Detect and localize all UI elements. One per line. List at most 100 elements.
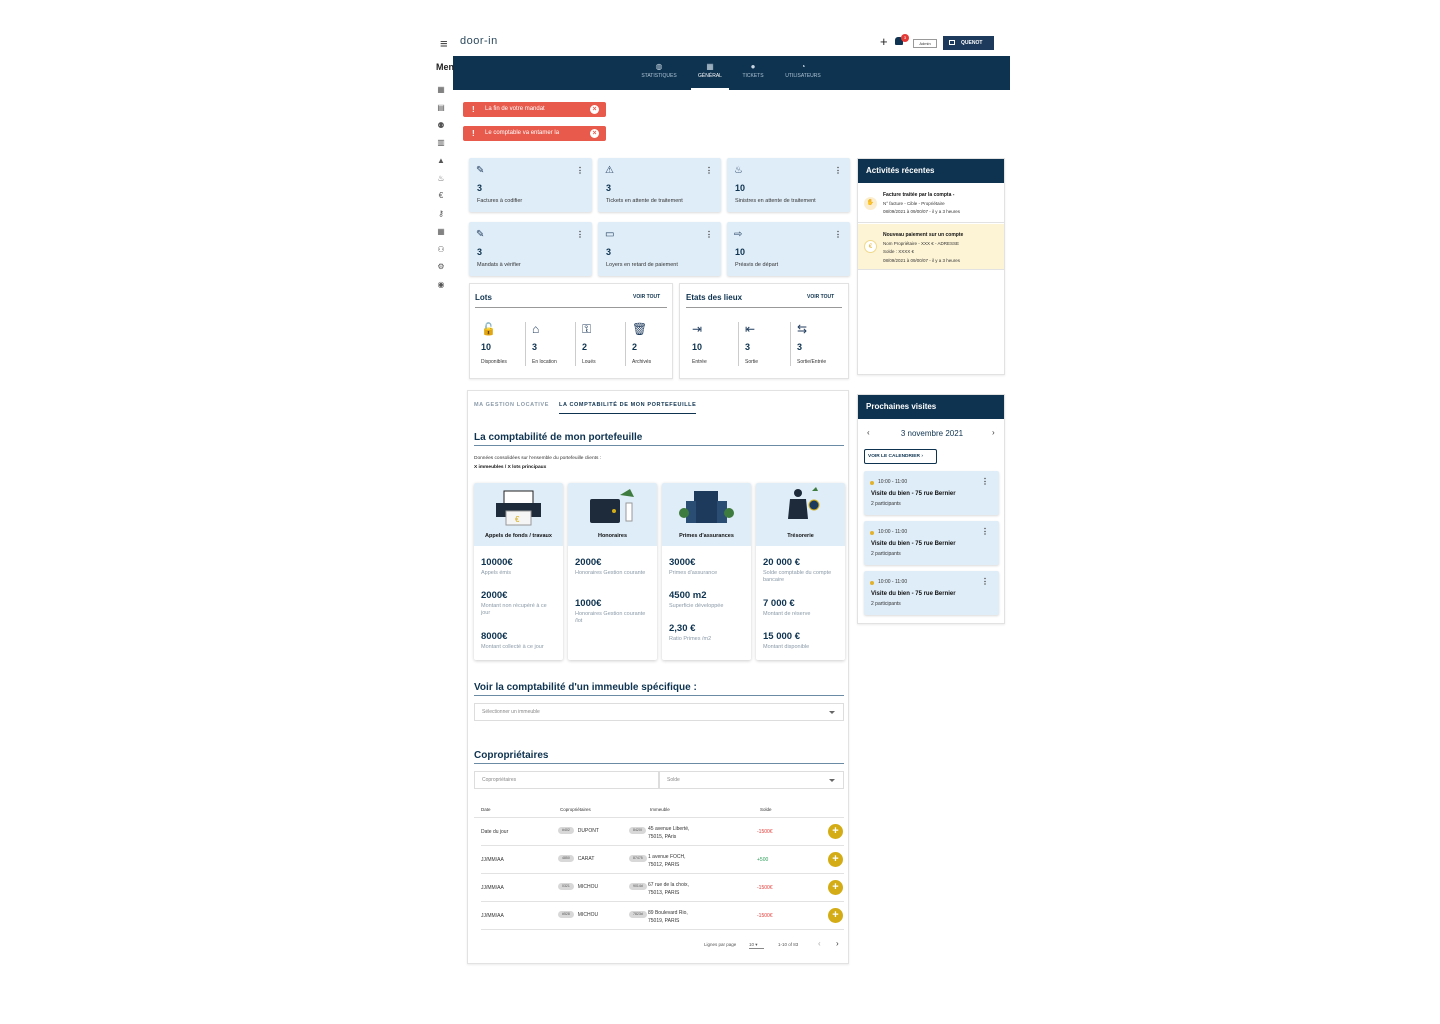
kpi-value: 10 [735,247,746,257]
immeuble-select[interactable]: Sélectionner un immeuble [474,703,844,721]
exit-door-icon: ⇨ [734,229,743,240]
buildings-icon[interactable]: ▥ [436,138,446,148]
euro-icon[interactable]: € [436,191,446,201]
row-owner[interactable]: 4850 CARAT [558,855,594,862]
account-button[interactable]: QUENOT [943,36,994,50]
tab-utilisateurs[interactable]: ◔ UTILISATEURS [779,56,827,90]
lot-stat[interactable]: ⌂ 3 En location [525,322,571,366]
tab-general[interactable]: ▦ GÉNÉRAL [691,56,729,90]
row-date: JJ/MM/AA [481,885,504,891]
more-vert-icon[interactable]: ⋮ [834,166,842,175]
kpi-card[interactable]: ⚠ ⋮ 3 Tickets en attente de traitement [598,158,721,212]
lot-stat[interactable]: 🔓 10 Disponibles [475,322,521,366]
fire-icon[interactable]: ♨ [436,174,446,184]
visit-card[interactable]: 10:00 - 11:00 ⋮ Visite du bien - 75 rue Be… [864,571,999,615]
people-icon[interactable]: ⚉ [436,121,446,131]
wallet-illustration [590,489,634,523]
row-owner[interactable]: #402 DUPONT [558,827,599,834]
etat-stat[interactable]: ⇥ 10 Entrée [686,322,736,366]
add-icon[interactable]: + [880,34,888,49]
group-icon[interactable]: ⚇ [436,245,446,255]
hamburger-menu-icon[interactable]: ≡ [440,36,448,51]
dashboard-icon[interactable]: ▦ [436,85,446,95]
table-row[interactable]: Date du jour #402 DUPONT 8420I 45 avenue … [481,818,844,846]
activity-item[interactable]: ✋ Facture traitée par la compta - N° fac… [858,184,1004,223]
kpi-card[interactable]: ⇨ ⋮ 10 Préavis de départ [727,222,850,276]
alert-banner[interactable]: ! Le comptable va entamer la × [463,126,606,141]
divider [474,695,844,696]
activity-item[interactable]: € Nouveau paiement sur un compte Nom Pro… [858,224,1004,270]
visit-card[interactable]: 10:00 - 11:00 ⋮ Visite du bien - 75 rue Be… [864,471,999,515]
more-vert-icon[interactable]: ⋮ [705,166,713,175]
more-vert-icon[interactable]: ⋮ [576,230,584,239]
lot-stat[interactable]: ⚿ 2 Loués [575,322,621,366]
row-owner[interactable]: 0321 MICHOU [558,883,598,890]
kpi-card[interactable]: ▭ ⋮ 3 Loyers en retard de paiement [598,222,721,276]
contacts-icon[interactable]: ▤ [436,103,446,113]
row-solde: -1500€ [757,913,773,919]
owner-name: MICHOU [577,911,599,918]
chevron-right-icon[interactable]: › [836,939,839,948]
column-header[interactable]: Copropriétaires [560,807,591,812]
lot-stat[interactable]: 🗑 2 Archivés [625,322,671,366]
chevron-left-icon[interactable]: ‹ [818,939,821,948]
compta-card[interactable]: € Appels de fonds / travaux 10000€ Appel… [474,483,563,660]
main-nav: ◍ STATISTIQUES ▦ GÉNÉRAL ● TICKETS ◔ UTILISA… [453,56,1010,90]
column-header[interactable]: Solde [760,807,772,812]
row-owner[interactable]: #528 MICHOU [558,911,598,918]
kpi-card[interactable]: ♨ ⋮ 10 Sinistres en attente de traitement [727,158,850,212]
tab-gestion-locative[interactable]: MA GESTION LOCATIVE [474,402,549,408]
tab-comptabilite[interactable]: LA COMPTABILITÉ DE MON PORTEFEUILLE [559,402,697,414]
more-vert-icon[interactable]: ⋮ [981,527,989,536]
row-date: Date du jour [481,829,509,835]
more-vert-icon[interactable]: ⋮ [576,166,584,175]
close-icon[interactable]: × [590,105,599,114]
more-vert-icon[interactable]: ⋮ [834,230,842,239]
table-row[interactable]: JJ/MM/AA 0321 MICHOU 9014d 67 rue de la c… [481,874,844,902]
account-icon[interactable]: ◉ [436,280,446,290]
compta-card[interactable]: Primes d'assurances 3000€ Primes d'assur… [662,483,751,660]
add-button[interactable]: + [828,852,843,867]
table-header: Date Copropriétaires Immeuble Solde [481,807,841,817]
tab-tickets[interactable]: ● TICKETS [737,56,769,90]
tab-statistiques[interactable]: ◍ STATISTIQUES [636,56,682,90]
add-button[interactable]: + [828,908,843,923]
table-row[interactable]: JJ/MM/AA 4850 CARAT 87475 1 avenue FOCH, 7… [481,846,844,874]
address-line: 67 rue de la choix, [648,882,689,888]
app-logo[interactable]: door-in [460,35,498,47]
column-header[interactable]: Date [481,807,491,812]
solde-filter-select[interactable]: Solde [659,771,844,789]
address-line: 45 avenue Liberté, [648,826,690,832]
kpi-card[interactable]: ✎ ⋮ 3 Factures à codifier [469,158,592,212]
copro-filter-input[interactable]: Copropriétaires [474,771,659,789]
compta-card[interactable]: Trésorerie 20 000 € Solde comptable du c… [756,483,845,660]
close-icon[interactable]: × [590,129,599,138]
card-value: 2000€ [481,590,508,601]
more-vert-icon[interactable]: ⋮ [981,577,989,586]
key-icon[interactable]: ⚷ [436,209,446,219]
owner-id-chip: 0321 [558,883,574,890]
etat-stat[interactable]: ⇆ 3 Sortie/Entrée [790,322,844,366]
settings-icon[interactable]: ⚙ [436,262,446,272]
office-icon[interactable]: ▦ [436,227,446,237]
warning-icon[interactable]: ▲ [436,156,446,166]
voir-calendrier-button[interactable]: VOIR LE CALENDRIER › [864,449,937,464]
add-button[interactable]: + [828,880,843,895]
etat-stat[interactable]: ⇤ 3 Sortie [738,322,788,366]
add-button[interactable]: + [828,824,843,839]
row-solde: -1500€ [757,885,773,891]
alert-banner[interactable]: ! La fin de votre mandat × [463,102,606,117]
compta-card[interactable]: Honoraires 2000€ Honoraires Gestion cour… [568,483,657,660]
visit-card[interactable]: 10:00 - 11:00 ⋮ Visite du bien - 75 rue Be… [864,521,999,565]
compta-desc-count: X immeubles / X lots principaux [474,465,547,470]
table-row[interactable]: JJ/MM/AA #528 MICHOU 7823d 89 Boulevard R… [481,902,844,930]
chevron-right-icon[interactable]: › [992,428,995,437]
more-vert-icon[interactable]: ⋮ [705,230,713,239]
card-value-label: Solde comptable du compte bancaire [763,570,832,583]
role-badge[interactable]: Admin [913,39,937,48]
more-vert-icon[interactable]: ⋮ [981,477,989,486]
compta-desc: Données consolidées sur l'ensemble du po… [474,456,602,461]
rows-per-page-select[interactable]: 10 ▾ [749,942,764,949]
kpi-card[interactable]: ✎ ⋮ 3 Mandats à vérifier [469,222,592,276]
column-header[interactable]: Immeuble [650,807,670,812]
